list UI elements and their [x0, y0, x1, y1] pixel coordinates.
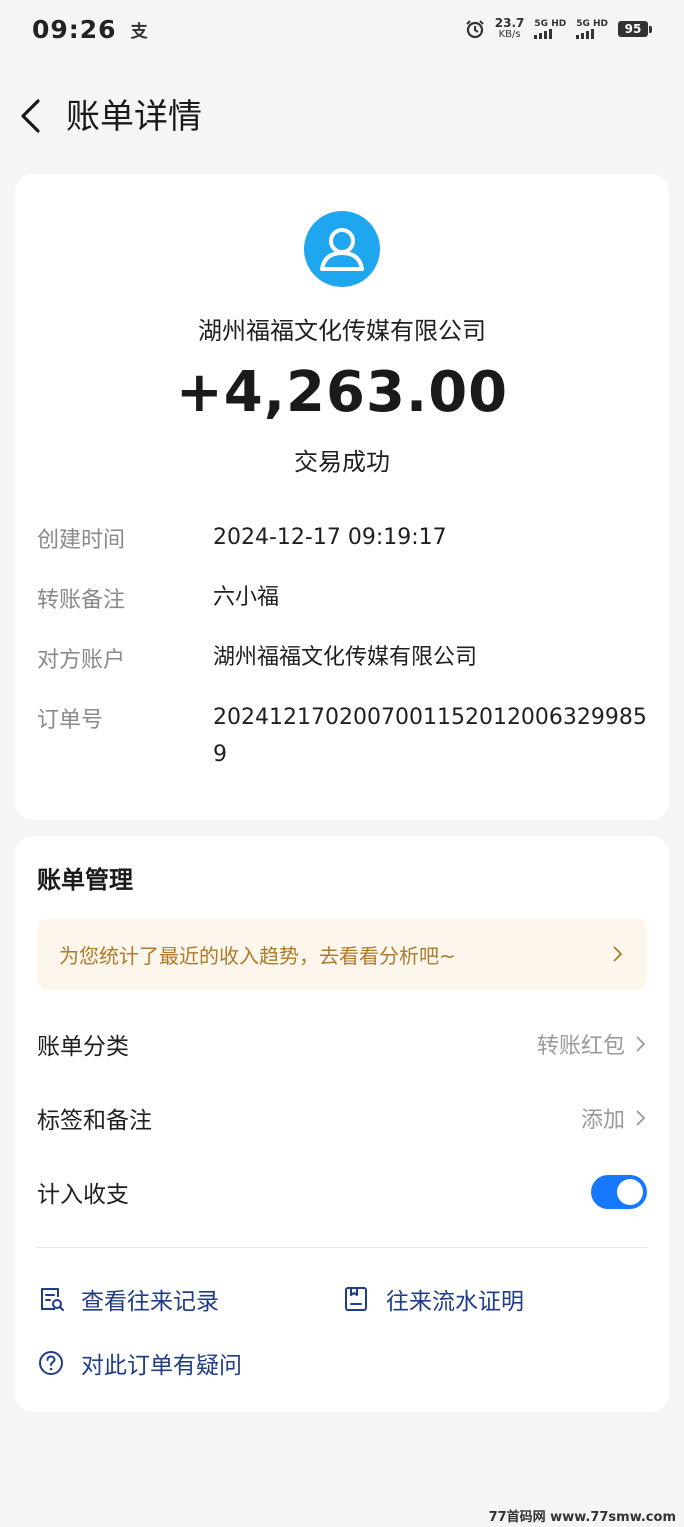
user-avatar-icon — [320, 228, 364, 271]
sim1-signal: 5G HD — [534, 19, 566, 39]
alipay-notification-icon: 支 — [130, 21, 148, 42]
info-value: 2024-12-17 09:19:17 — [213, 525, 447, 550]
chevron-right-icon — [613, 946, 623, 962]
order-question-label: 对此订单有疑问 — [81, 1353, 242, 1379]
bill-detail-page: 09:26 支 23.7 KB/s 5G HD 5G HD 95 账单详情 湖州… — [0, 0, 684, 1527]
statement-proof-button[interactable]: 往来流水证明 — [342, 1282, 524, 1316]
info-label: 订单号 — [37, 708, 104, 733]
view-history-button[interactable]: 查看往来记录 — [37, 1282, 219, 1316]
counterparty-name: 湖州福福文化传媒有限公司 — [198, 317, 486, 345]
include-in-stats-row: 计入收支 — [37, 1172, 647, 1212]
tags-notes-value: 添加 — [580, 1108, 625, 1133]
transaction-amount: +4,263.00 — [175, 360, 509, 425]
info-label: 转账备注 — [37, 588, 126, 613]
net-speed-value: 23.7 — [494, 16, 525, 30]
net-speed-unit: KB/s — [498, 29, 521, 40]
include-in-stats-toggle[interactable] — [591, 1175, 647, 1209]
battery-icon: 95 — [618, 21, 652, 37]
back-arrow-icon[interactable] — [14, 96, 54, 136]
view-history-label: 查看往来记录 — [81, 1289, 219, 1315]
bill-category-row[interactable]: 账单分类 转账红包 — [37, 1024, 647, 1064]
chevron-right-icon — [636, 1036, 646, 1052]
counterparty-avatar — [304, 211, 380, 287]
chevron-right-icon — [636, 1110, 646, 1126]
income-trend-banner[interactable]: 为您统计了最近的收入趋势，去看看分析吧~ — [37, 918, 647, 990]
battery-level: 95 — [618, 21, 648, 37]
bill-category-value: 转账红包 — [536, 1034, 625, 1059]
info-label: 创建时间 — [37, 528, 126, 553]
signal-bars-icon — [534, 29, 553, 39]
order-number-value[interactable]: 20241217020070011520120063299859 — [213, 699, 653, 773]
tags-notes-row[interactable]: 标签和备注 添加 — [37, 1098, 647, 1138]
info-row-order-number: 订单号 20241217020070011520120063299859 — [37, 702, 657, 782]
status-bar: 09:26 支 23.7 KB/s 5G HD 5G HD 95 — [0, 0, 684, 58]
header: 账单详情 — [0, 82, 684, 152]
status-right: 23.7 KB/s 5G HD 5G HD 95 — [465, 17, 652, 41]
order-question-button[interactable]: 对此订单有疑问 — [37, 1346, 242, 1380]
sim2-signal: 5G HD — [576, 19, 608, 39]
bill-management-card: 账单管理 为您统计了最近的收入趋势，去看看分析吧~ 账单分类 转账红包 标签和备… — [15, 836, 669, 1412]
records-list-icon — [41, 1288, 64, 1311]
transaction-detail-card: 湖州福福文化传媒有限公司 +4,263.00 交易成功 创建时间 2024-12… — [15, 174, 669, 820]
transaction-status: 交易成功 — [294, 448, 390, 476]
watermark: 77首码网 www.77smw.com — [488, 1510, 676, 1525]
statement-proof-label: 往来流水证明 — [386, 1289, 524, 1315]
info-row-created-time: 创建时间 2024-12-17 09:19:17 — [37, 522, 657, 562]
tags-notes-label: 标签和备注 — [37, 1108, 152, 1134]
question-circle-icon — [39, 1351, 63, 1375]
net-speed: 23.7 KB/s — [495, 17, 525, 41]
signal-bars-icon — [576, 29, 595, 39]
sim2-label: 5G HD — [576, 19, 608, 29]
info-row-counterparty-account: 对方账户 湖州福福文化传媒有限公司 — [37, 642, 657, 682]
income-trend-text: 为您统计了最近的收入趋势，去看看分析吧~ — [59, 943, 456, 968]
info-label: 对方账户 — [37, 648, 126, 673]
info-row-transfer-note: 转账备注 六小福 — [37, 582, 657, 622]
status-time: 09:26 — [32, 14, 117, 44]
info-value: 六小福 — [213, 585, 280, 610]
info-value: 湖州福福文化传媒有限公司 — [213, 645, 478, 670]
document-icon — [345, 1287, 367, 1311]
include-in-stats-label: 计入收支 — [37, 1182, 129, 1208]
alarm-icon — [466, 20, 484, 39]
sim1-label: 5G HD — [534, 19, 567, 29]
page-title: 账单详情 — [66, 97, 202, 137]
divider — [37, 1247, 647, 1248]
management-title: 账单管理 — [37, 866, 133, 894]
bill-category-label: 账单分类 — [37, 1034, 129, 1060]
